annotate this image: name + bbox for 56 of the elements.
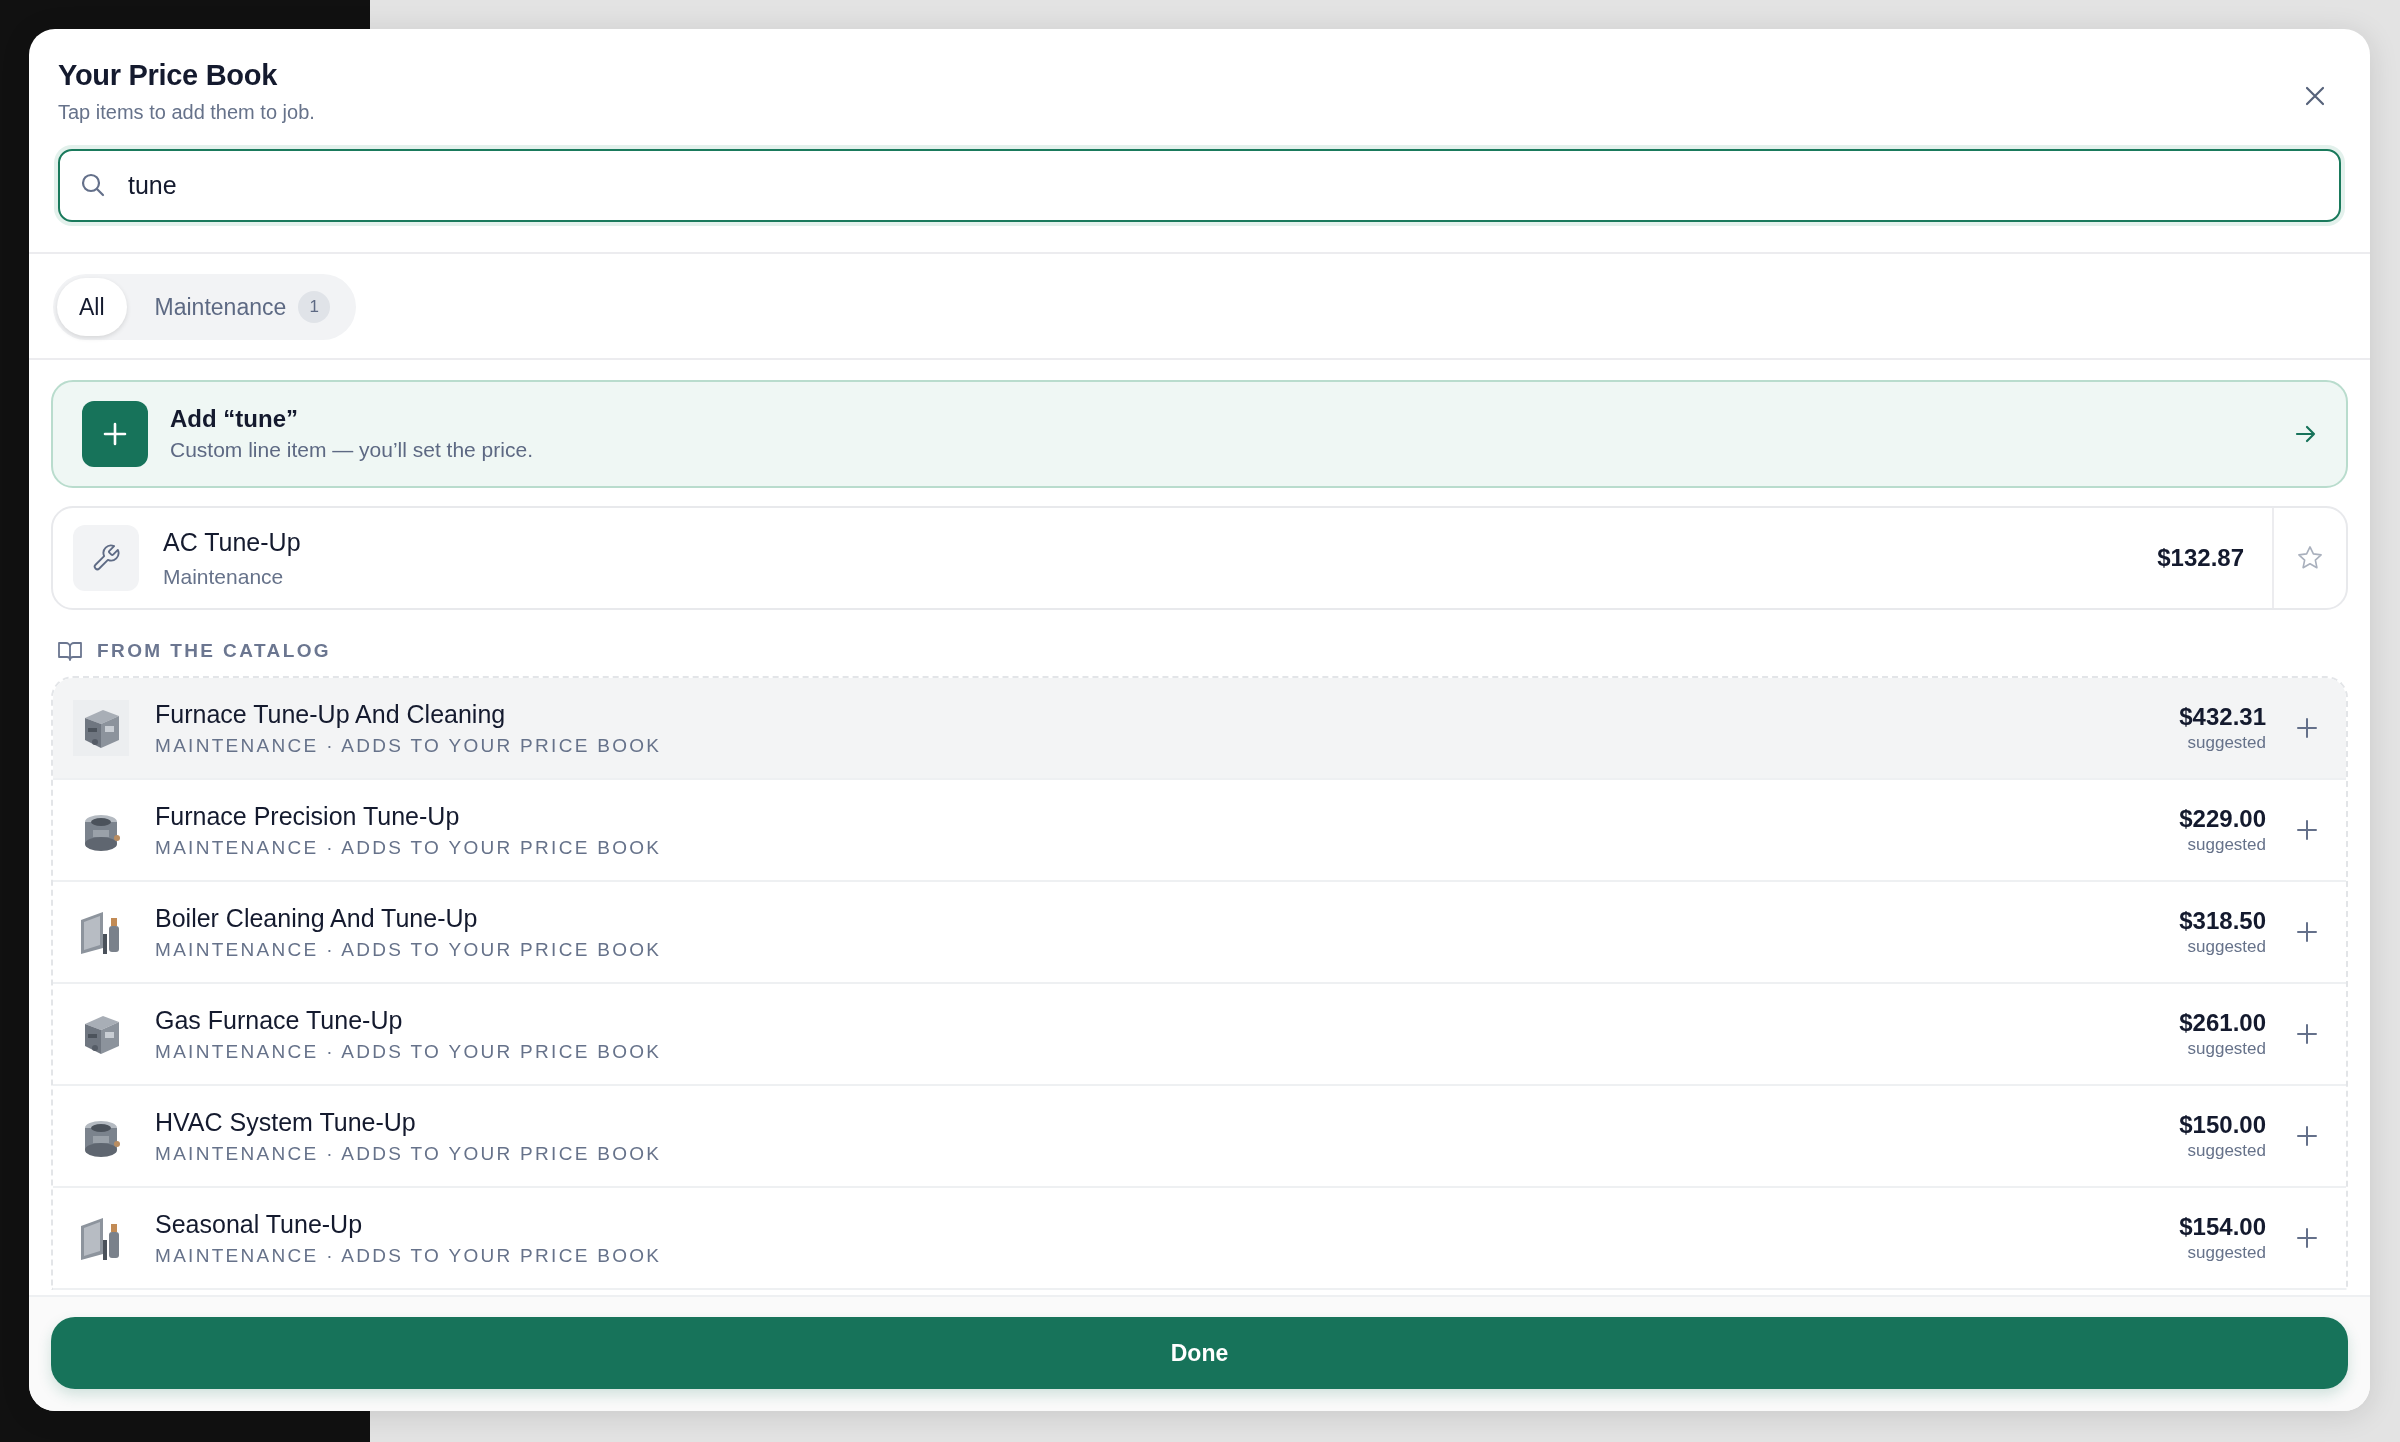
add-item-title: Add “tune”: [170, 404, 299, 434]
item-meta: MAINTENANCE · ADDS TO YOUR PRICE BOOK: [155, 1141, 663, 1166]
price-note: suggested: [2186, 732, 2266, 754]
price-note: suggested: [2186, 834, 2266, 856]
done-button[interactable]: Done: [51, 1317, 2348, 1389]
dialog-title: Your Price Book: [58, 58, 278, 93]
item-price: $261.00: [2179, 1008, 2266, 1038]
section-heading: FROM THE CATALOG: [97, 640, 331, 662]
plus-icon: [2296, 819, 2318, 841]
filter-tab[interactable]: Maintenance 1: [132, 278, 353, 336]
price-note: suggested: [2186, 1242, 2266, 1264]
price-note: suggested: [2186, 1140, 2266, 1162]
dialog-subtitle: Tap items to add them to job.: [58, 100, 315, 125]
search-icon: [80, 172, 106, 198]
item-price: $154.00: [2179, 1212, 2266, 1242]
plus-icon: [2296, 1023, 2318, 1045]
plus-icon: [2296, 717, 2318, 739]
catalog-item[interactable]: Furnace Precision Tune-Up MAINTENANCE · ADDS TO YOUR PRICE BOOK $229.00 suggested: [53, 780, 2346, 882]
item-price: $432.31: [2179, 702, 2266, 732]
item-name: Boiler Cleaning And Tune-Up: [155, 902, 479, 934]
catalog-item[interactable]: Furnace Tune-Up And Cleaning MAINTENANCE · ADDS TO YOUR PRICE BOOK $432.31 suggested: [53, 678, 2346, 780]
catalog-item[interactable]: Boiler Cleaning And Tune-Up MAINTENANCE · ADDS TO YOUR PRICE BOOK $318.50 suggested: [53, 882, 2346, 984]
item-meta: MAINTENANCE · ADDS TO YOUR PRICE BOOK: [155, 733, 663, 758]
item-meta: MAINTENANCE · ADDS TO YOUR PRICE BOOK: [155, 835, 663, 860]
price-note: suggested: [2186, 936, 2266, 958]
item-meta: MAINTENANCE · ADDS TO YOUR PRICE BOOK: [155, 1039, 663, 1064]
item-price: $318.50: [2179, 906, 2266, 936]
item-meta: MAINTENANCE · ADDS TO YOUR PRICE BOOK: [155, 937, 663, 962]
item-price: $150.00: [2179, 1110, 2266, 1140]
plus-icon: [2296, 1227, 2318, 1249]
plus-icon: [82, 401, 148, 467]
count-badge: 1: [298, 291, 331, 323]
catalog-item[interactable]: HVAC System Tune-Up MAINTENANCE · ADDS TO YOUR PRICE BOOK $150.00 suggested: [53, 1086, 2346, 1188]
item-name: Furnace Precision Tune-Up: [155, 800, 461, 832]
item-meta: MAINTENANCE · ADDS TO YOUR PRICE BOOK: [155, 1243, 663, 1268]
item-name: Seasonal Tune-Up: [155, 1208, 364, 1240]
plus-icon: [2296, 1125, 2318, 1147]
filter-tab[interactable]: All: [57, 278, 127, 336]
book-icon: [57, 640, 83, 662]
catalog-item[interactable]: Seasonal Tune-Up MAINTENANCE · ADDS TO YOUR PRICE BOOK $154.00 suggested: [53, 1188, 2346, 1290]
item-price: $132.87: [2157, 543, 2244, 573]
close-icon: [2304, 85, 2326, 107]
item-name: HVAC System Tune-Up: [155, 1106, 417, 1138]
catalog-item[interactable]: Gas Furnace Tune-Up MAINTENANCE · ADDS TO YOUR PRICE BOOK $261.00 suggested: [53, 984, 2346, 1086]
price-book-item[interactable]: AC Tune-Up Maintenance $132.87: [51, 506, 2348, 610]
add-item-subtitle: Custom line item — you’ll set the price.: [170, 437, 534, 463]
search-field[interactable]: tune: [58, 149, 2341, 222]
wrench-icon: [73, 525, 139, 591]
item-price: $229.00: [2179, 804, 2266, 834]
item-name: Furnace Tune-Up And Cleaning: [155, 698, 507, 730]
add-custom-item-card[interactable]: Add “tune” Custom line item — you’ll set the price.: [51, 380, 2348, 488]
price-note: suggested: [2186, 1038, 2266, 1060]
item-name: AC Tune-Up: [163, 526, 302, 558]
plus-icon: [2296, 921, 2318, 943]
item-name: Gas Furnace Tune-Up: [155, 1004, 404, 1036]
item-category: Maintenance: [163, 563, 285, 590]
